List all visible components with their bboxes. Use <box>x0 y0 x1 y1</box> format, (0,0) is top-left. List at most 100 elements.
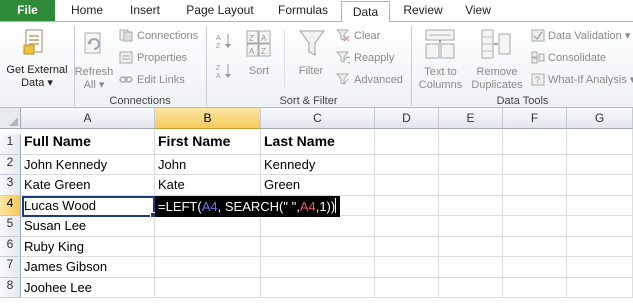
column-header-c[interactable]: C <box>261 108 375 129</box>
select-all-corner[interactable] <box>0 108 21 129</box>
cell-f7[interactable] <box>503 257 567 278</box>
cell-g8[interactable] <box>567 277 633 298</box>
tab-file[interactable]: File <box>0 0 55 21</box>
cell-d4[interactable] <box>375 195 439 216</box>
column-header-g[interactable]: G <box>567 108 633 129</box>
cell-e7[interactable] <box>439 257 503 278</box>
cell-b7[interactable] <box>155 257 261 278</box>
svg-text:Z: Z <box>216 43 221 50</box>
cell-a1[interactable]: Full Name <box>21 129 155 155</box>
properties-label: Properties <box>137 52 188 64</box>
external-data-icon <box>23 29 43 55</box>
tab-view[interactable]: View <box>455 0 501 21</box>
cell-d7[interactable] <box>375 257 439 278</box>
cell-e4[interactable] <box>439 195 503 216</box>
cell-c1[interactable]: Last Name <box>261 129 375 155</box>
row-header-7[interactable]: 7 <box>0 257 21 278</box>
consolidate-label: Consolidate <box>548 52 607 64</box>
cell-g7[interactable] <box>567 257 633 278</box>
formula-ref-a4-second: A4 <box>299 199 316 214</box>
cell-a6[interactable]: Ruby King <box>21 236 155 257</box>
cell-e5[interactable] <box>439 216 503 237</box>
cell-a3[interactable]: Kate Green <box>21 175 155 196</box>
column-header-b[interactable]: B <box>155 108 261 129</box>
cell-f5[interactable] <box>503 216 567 237</box>
cell-f6[interactable] <box>503 236 567 257</box>
cell-d8[interactable] <box>375 277 439 298</box>
cell-d5[interactable] <box>375 216 439 237</box>
cell-g4[interactable] <box>567 195 633 216</box>
cell-a8[interactable]: Joohee Lee <box>21 277 155 298</box>
row-header-3[interactable]: 3 <box>0 175 21 196</box>
clear-label: Clear <box>354 30 381 42</box>
row-header-5[interactable]: 5 <box>0 216 21 237</box>
svg-text:?: ? <box>535 75 540 85</box>
tab-formulas[interactable]: Formulas <box>268 0 338 21</box>
cell-b1[interactable]: First Name <box>155 129 261 155</box>
ribbon-divider <box>284 30 285 88</box>
cell-g3[interactable] <box>567 175 633 196</box>
row-header-6[interactable]: 6 <box>0 236 21 257</box>
cell-e6[interactable] <box>439 236 503 257</box>
connections-icon <box>119 29 133 42</box>
cell-c7[interactable] <box>261 257 375 278</box>
cell-f3[interactable] <box>503 175 567 196</box>
sort-az-icon: A Z <box>216 34 231 50</box>
in-cell-formula-editor[interactable]: =LEFT(A4, SEARCH(" ",A4,1)) <box>155 196 341 217</box>
cell-f8[interactable] <box>503 277 567 298</box>
cell-b3[interactable]: Kate <box>155 175 261 196</box>
tab-insert[interactable]: Insert <box>118 0 172 21</box>
cell-g1[interactable] <box>567 129 633 155</box>
consolidate-icon <box>531 51 545 64</box>
column-header-d[interactable]: D <box>375 108 439 129</box>
cell-b8[interactable] <box>155 277 261 298</box>
cell-a7[interactable]: James Gibson <box>21 257 155 278</box>
cell-d6[interactable] <box>375 236 439 257</box>
refresh-icon <box>84 32 101 54</box>
cell-e8[interactable] <box>439 277 503 298</box>
cell-b2[interactable]: John <box>155 154 261 175</box>
cell-e2[interactable] <box>439 154 503 175</box>
cell-c2[interactable]: Kennedy <box>261 154 375 175</box>
column-header-f[interactable]: F <box>503 108 567 129</box>
cell-g5[interactable] <box>567 216 633 237</box>
cell-c8[interactable] <box>261 277 375 298</box>
row-header-2[interactable]: 2 <box>0 154 21 175</box>
cell-c6[interactable] <box>261 236 375 257</box>
cell-f1[interactable] <box>503 129 567 155</box>
formula-text-middle: , SEARCH(" ", <box>217 199 300 214</box>
sort-dialog-icon: Z A A Z <box>246 30 271 57</box>
cell-e1[interactable] <box>439 129 503 155</box>
cell-a2[interactable]: John Kennedy <box>21 154 155 175</box>
tab-page-layout[interactable]: Page Layout <box>178 0 262 21</box>
row-header-4[interactable]: 4 <box>0 195 21 216</box>
cell-a5[interactable]: Susan Lee <box>21 216 155 237</box>
svg-text:A: A <box>249 47 255 56</box>
cell-g6[interactable] <box>567 236 633 257</box>
tab-data[interactable]: Data <box>341 1 390 22</box>
filter-funnel-icon <box>299 30 325 56</box>
cell-c3[interactable]: Green <box>261 175 375 196</box>
column-header-e[interactable]: E <box>439 108 503 129</box>
refresh-all-label-2: All ▾ <box>83 79 105 91</box>
cell-d2[interactable] <box>375 154 439 175</box>
row-header-8[interactable]: 8 <box>0 277 21 298</box>
edit-links-label: Edit Links <box>137 74 185 86</box>
advanced-filter-icon <box>336 73 350 85</box>
tab-home[interactable]: Home <box>62 0 112 21</box>
cell-c5[interactable] <box>261 216 375 237</box>
cell-f4[interactable] <box>503 195 567 216</box>
tab-review[interactable]: Review <box>395 0 451 21</box>
text-to-columns-label-2: Columns <box>418 79 463 91</box>
cell-e3[interactable] <box>439 175 503 196</box>
cell-b6[interactable] <box>155 236 261 257</box>
cell-d3[interactable] <box>375 175 439 196</box>
ribbon-tab-bar: File Home Insert Page Layout Formulas Da… <box>0 0 633 22</box>
cell-d1[interactable] <box>375 129 439 155</box>
cell-f2[interactable] <box>503 154 567 175</box>
cell-g2[interactable] <box>567 154 633 175</box>
row-header-1[interactable]: 1 <box>0 134 21 155</box>
cell-b5[interactable] <box>155 216 261 237</box>
column-header-a[interactable]: A <box>21 108 155 129</box>
connections-group-label: Connections <box>109 95 171 107</box>
